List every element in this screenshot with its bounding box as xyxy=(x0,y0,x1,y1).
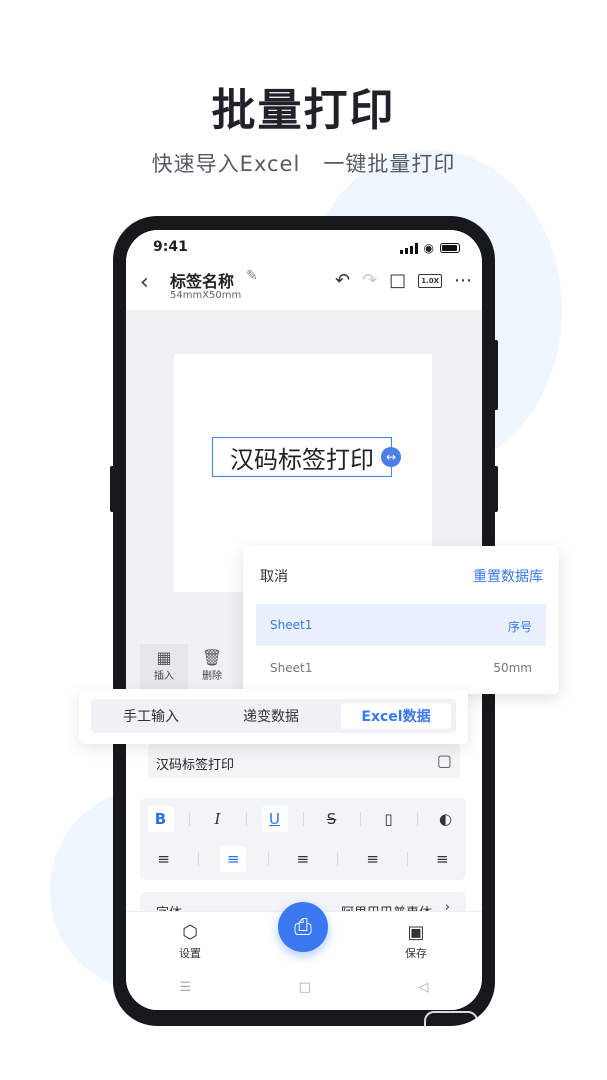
sheet-row[interactable]: Sheet1 50mm xyxy=(256,647,546,689)
undo-icon[interactable]: ↶ xyxy=(335,270,350,291)
justify-icon[interactable]: ≡ xyxy=(360,846,386,872)
save-button[interactable]: ▣ 保存 xyxy=(386,922,446,961)
cancel-button[interactable]: 取消 xyxy=(260,566,288,586)
text-element[interactable]: 汉码标签打印 xyxy=(212,437,392,477)
sheet-column: 序号 xyxy=(507,620,532,634)
distribute-icon[interactable]: ≡ xyxy=(429,846,455,872)
hero-title: 批量打印 xyxy=(211,85,396,136)
side-button xyxy=(493,466,498,512)
label-size: 54mmX50mm xyxy=(170,290,242,301)
bold-icon[interactable]: B xyxy=(147,806,174,832)
cloud-icon: ☁ xyxy=(424,1011,478,1065)
divider xyxy=(337,852,339,866)
scan-icon[interactable]: ▢ xyxy=(437,751,452,770)
back-icon[interactable]: ‹ xyxy=(140,270,149,295)
sheet-name: Sheet1 xyxy=(270,661,313,675)
divider xyxy=(302,812,304,826)
mirror-icon[interactable]: ▯ xyxy=(376,806,402,832)
settings-button[interactable]: ⬡ 设置 xyxy=(160,922,220,961)
delete-label: 删除 xyxy=(202,671,222,682)
settings-label: 设置 xyxy=(179,947,201,960)
watermark-subtext: SHOUJISHU.COM xyxy=(488,1048,607,1059)
data-source-tabs: 手工输入 递变数据 Excel数据 xyxy=(79,689,468,744)
invert-icon[interactable]: ◐ xyxy=(433,806,459,832)
system-nav-bar: ☰ □ ◁ xyxy=(126,965,482,1010)
insert-label: 插入 xyxy=(154,671,174,682)
printer-icon: ⎙ xyxy=(294,914,312,940)
status-time: 9:41 xyxy=(153,239,188,255)
side-button xyxy=(110,466,115,512)
divider xyxy=(197,852,199,866)
divider xyxy=(267,852,269,866)
editor-top-bar: ‹ 标签名称 ✎ 54mmX50mm ↶ ↷ □ 1.0X ⋯ xyxy=(126,264,482,310)
format-toolbar: B I U S ▯ ◐ ≡ ≡ ≡ ≡ ≡ xyxy=(140,798,466,880)
element-tools: ▦ 插入 🗑 删除 xyxy=(140,644,236,690)
sheet-row[interactable]: Sheet1 序号 xyxy=(256,604,546,646)
delete-button[interactable]: 🗑 删除 xyxy=(188,644,236,690)
label-name[interactable]: 标签名称 xyxy=(170,268,234,292)
battery-icon xyxy=(440,243,460,253)
status-bar: 9:41 ◉ xyxy=(126,230,482,264)
bottom-bar: ⬡ 设置 ⎙ ▣ 保存 xyxy=(126,902,482,965)
segmented-control: 手工输入 递变数据 Excel数据 xyxy=(91,699,456,733)
more-icon[interactable]: ⋯ xyxy=(454,270,472,291)
print-button[interactable]: ⎙ xyxy=(278,902,328,952)
tab-manual-input[interactable]: 手工输入 xyxy=(101,703,201,729)
reset-database-button[interactable]: 重置数据库 xyxy=(473,566,543,586)
hero-subtitle: 快速导入Excel 一键批量打印 xyxy=(151,152,456,176)
divider xyxy=(245,812,247,826)
side-button xyxy=(493,340,498,410)
align-left-icon[interactable]: ≡ xyxy=(151,846,177,872)
save-icon: ▣ xyxy=(407,922,425,943)
signal-icon xyxy=(399,242,418,254)
insert-button[interactable]: ▦ 插入 xyxy=(140,644,188,690)
home-icon[interactable]: □ xyxy=(299,980,311,995)
trash-icon: 🗑 xyxy=(201,648,223,667)
tab-incremental-data[interactable]: 递变数据 xyxy=(221,703,321,729)
rotate-icon[interactable]: □ xyxy=(389,270,406,291)
settings-icon: ⬡ xyxy=(182,922,198,943)
save-label: 保存 xyxy=(405,947,427,960)
align-right-icon[interactable]: ≡ xyxy=(290,846,316,872)
menu-icon[interactable]: ☰ xyxy=(180,980,192,995)
divider xyxy=(416,812,418,826)
divider xyxy=(406,852,408,866)
toolbar: ↶ ↷ □ 1.0X ⋯ xyxy=(335,270,472,291)
content-input[interactable]: 汉码标签打印 ▢ xyxy=(148,744,460,778)
wifi-icon: ◉ xyxy=(423,241,434,255)
resize-handle-icon[interactable]: ↔ xyxy=(381,447,401,467)
align-center-icon[interactable]: ≡ xyxy=(220,846,247,872)
back-nav-icon[interactable]: ◁ xyxy=(418,980,428,995)
sheet-column: 50mm xyxy=(493,661,532,675)
redo-icon[interactable]: ↷ xyxy=(362,270,377,291)
zoom-icon[interactable]: 1.0X xyxy=(418,273,442,288)
content-input-value: 汉码标签打印 xyxy=(156,758,235,773)
tab-excel-data[interactable]: Excel数据 xyxy=(341,703,451,729)
excel-sheet-popup: 取消 重置数据库 Sheet1 序号 Sheet1 50mm xyxy=(243,546,559,694)
strikethrough-icon[interactable]: S xyxy=(319,806,345,832)
watermark: ☁ 手机鼠 SHOUJISHU.COM xyxy=(424,1008,607,1068)
underline-icon[interactable]: U xyxy=(261,806,288,832)
status-icons: ◉ xyxy=(399,241,460,255)
edit-icon[interactable]: ✎ xyxy=(246,268,258,284)
sheet-name: Sheet1 xyxy=(270,618,313,632)
divider xyxy=(188,812,190,826)
grid-icon: ▦ xyxy=(156,648,172,667)
italic-icon[interactable]: I xyxy=(205,806,231,832)
divider xyxy=(359,812,361,826)
